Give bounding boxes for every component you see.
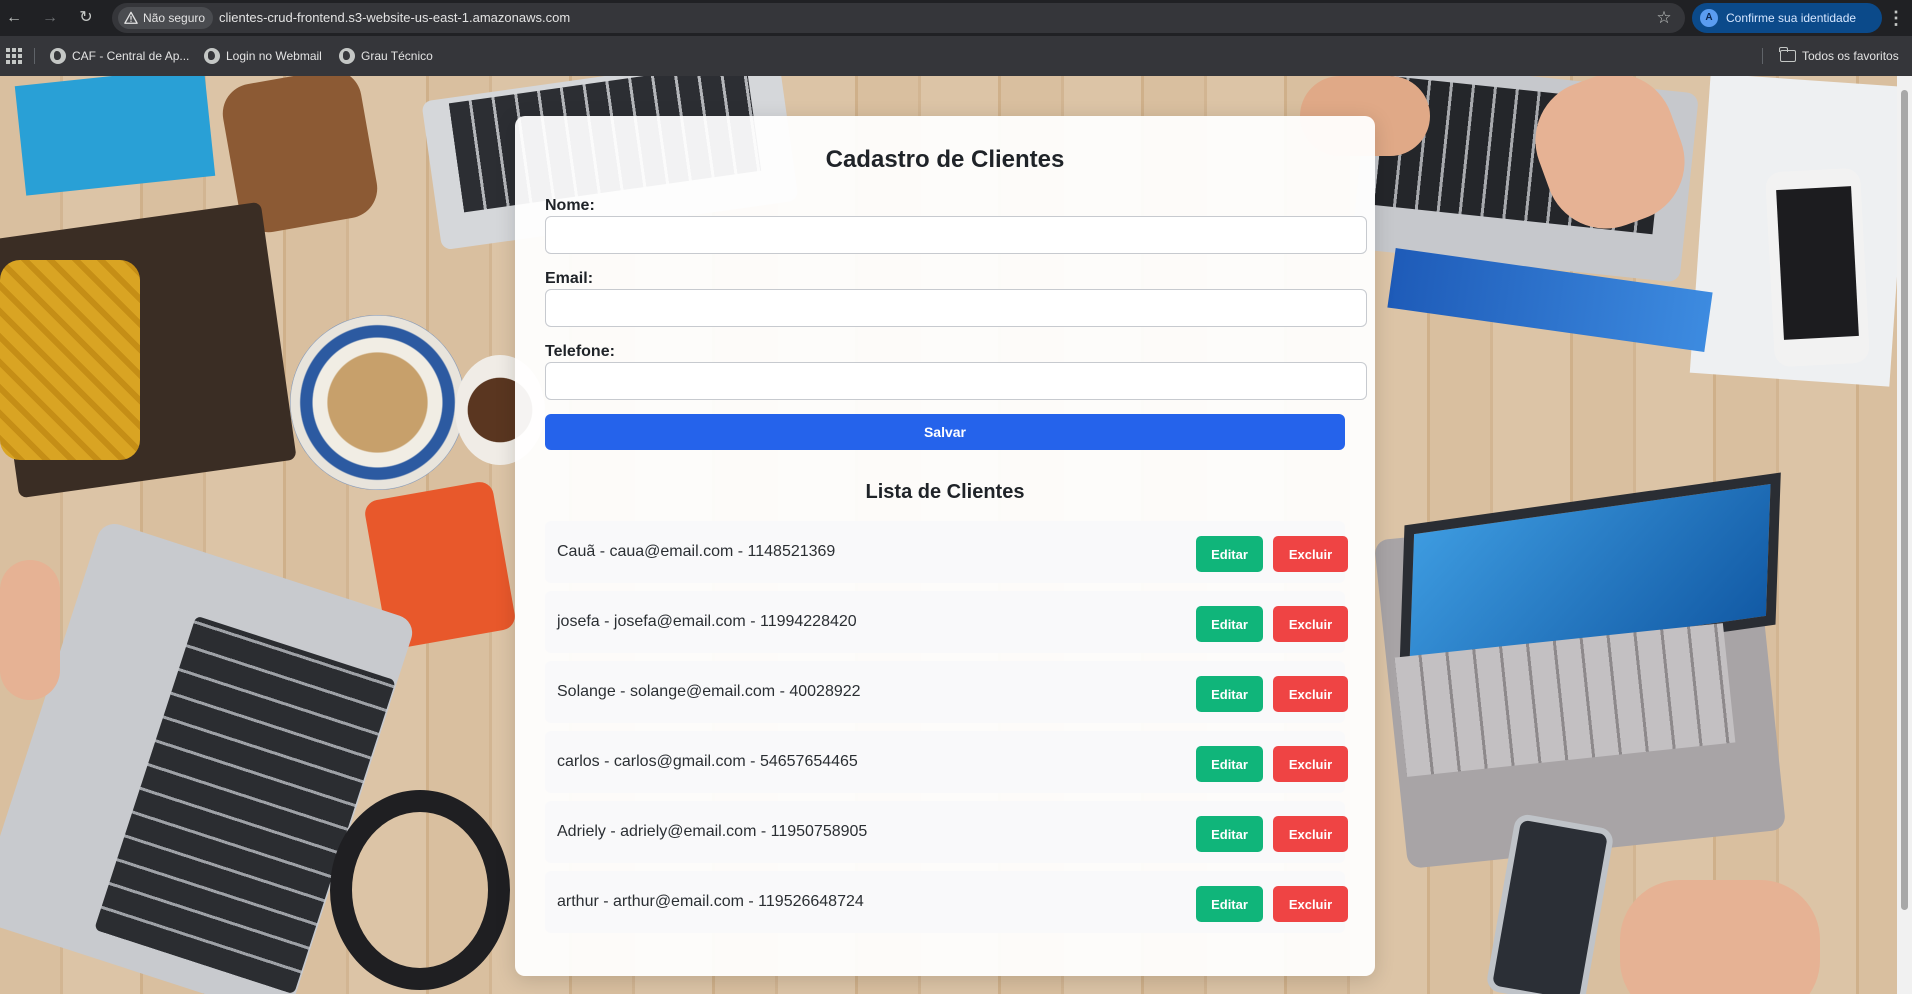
delete-button[interactable]: Excluir — [1273, 816, 1348, 852]
list-item: Adriely - adriely@email.com - 1195075890… — [545, 801, 1348, 863]
client-info: Adriely - adriely@email.com - 1195075890… — [557, 823, 868, 840]
phone-screen-image — [1776, 186, 1859, 340]
list-item: arthur - arthur@email.com - 119526648724… — [545, 871, 1348, 933]
client-info: carlos - carlos@gmail.com - 54657654465 — [557, 753, 858, 770]
bookmark-label: CAF - Central de Ap... — [72, 49, 190, 63]
reload-icon[interactable]: ↻ — [74, 6, 98, 30]
client-info: josefa - josefa@email.com - 11994228420 — [557, 613, 857, 630]
save-button[interactable]: Salvar — [545, 414, 1345, 450]
all-favorites[interactable]: Todos os favoritos — [1779, 44, 1899, 68]
phone-label: Telefone: — [545, 343, 615, 360]
address-bar[interactable]: Não seguro clientes-crud-frontend.s3-web… — [112, 3, 1685, 33]
hand-image — [1620, 880, 1820, 994]
headphones-image — [330, 790, 510, 990]
list-item: carlos - carlos@gmail.com - 54657654465 … — [545, 731, 1348, 793]
client-info: Cauã - caua@email.com - 1148521369 — [557, 543, 836, 560]
edit-button[interactable]: Editar — [1196, 676, 1263, 712]
globe-icon — [204, 48, 220, 64]
profile-label: Confirme sua identidade — [1726, 11, 1857, 25]
name-label: Nome: — [545, 197, 595, 214]
client-card: Cadastro de Clientes Nome: Email: Telefo… — [515, 116, 1375, 976]
name-input[interactable] — [545, 216, 1367, 254]
edit-button[interactable]: Editar — [1196, 606, 1263, 642]
bookmark-label: Login no Webmail — [226, 49, 322, 63]
bookmark-webmail[interactable]: Login no Webmail — [204, 44, 322, 68]
profile-chip[interactable]: A Confirme sua identidade — [1692, 3, 1882, 33]
hand-image — [0, 560, 60, 700]
security-label: Não seguro — [143, 11, 206, 25]
bookmarks-bar: CAF - Central de Ap... Login no Webmail … — [0, 36, 1912, 76]
bookmark-grau-tecnico[interactable]: Grau Técnico — [339, 44, 433, 68]
bookmark-caf[interactable]: CAF - Central de Ap... — [50, 44, 189, 68]
phone-input[interactable] — [545, 362, 1367, 400]
profile-avatar: A — [1700, 9, 1718, 27]
bookmark-star-icon[interactable]: ☆ — [1653, 7, 1675, 29]
security-chip[interactable]: Não seguro — [118, 7, 214, 29]
edit-button[interactable]: Editar — [1196, 816, 1263, 852]
forward-icon[interactable]: → — [38, 6, 62, 30]
edit-button[interactable]: Editar — [1196, 886, 1263, 922]
apps-grid-icon[interactable] — [6, 48, 22, 64]
page-scrollbar[interactable] — [1897, 76, 1912, 994]
warning-icon — [124, 11, 138, 24]
delete-button[interactable]: Excluir — [1273, 746, 1348, 782]
globe-icon — [339, 48, 355, 64]
bookmarks-divider — [1762, 48, 1763, 64]
client-info: arthur - arthur@email.com - 119526648724 — [557, 893, 864, 910]
browser-menu-icon[interactable]: ⋮ — [1884, 6, 1908, 30]
edit-button[interactable]: Editar — [1196, 746, 1263, 782]
delete-button[interactable]: Excluir — [1273, 536, 1348, 572]
bookmark-label: Grau Técnico — [361, 49, 433, 63]
list-title: Lista de Clientes — [865, 481, 1025, 503]
delete-button[interactable]: Excluir — [1273, 886, 1348, 922]
email-input[interactable] — [545, 289, 1367, 327]
client-info: Solange - solange@email.com - 40028922 — [557, 683, 861, 700]
list-item: josefa - josefa@email.com - 11994228420 … — [545, 591, 1348, 653]
blue-book-image — [14, 76, 216, 196]
scrollbar-thumb[interactable] — [1901, 90, 1908, 910]
bookmarks-divider — [34, 48, 35, 64]
folder-icon — [1779, 47, 1796, 62]
list-item: Solange - solange@email.com - 40028922 E… — [545, 661, 1348, 723]
globe-icon — [50, 48, 66, 64]
bowl-image — [290, 315, 465, 490]
list-item: Cauã - caua@email.com - 1148521369 Edita… — [545, 521, 1348, 583]
delete-button[interactable]: Excluir — [1273, 606, 1348, 642]
browser-toolbar: ← → ↻ Não seguro clientes-crud-frontend.… — [0, 0, 1912, 36]
page-title: Cadastro de Clientes — [825, 146, 1065, 173]
delete-button[interactable]: Excluir — [1273, 676, 1348, 712]
url-text[interactable]: clientes-crud-frontend.s3-website-us-eas… — [219, 3, 570, 33]
back-icon[interactable]: ← — [2, 6, 26, 30]
bag-image — [0, 260, 140, 460]
email-label: Email: — [545, 270, 594, 287]
all-favorites-label: Todos os favoritos — [1802, 49, 1899, 63]
edit-button[interactable]: Editar — [1196, 536, 1263, 572]
